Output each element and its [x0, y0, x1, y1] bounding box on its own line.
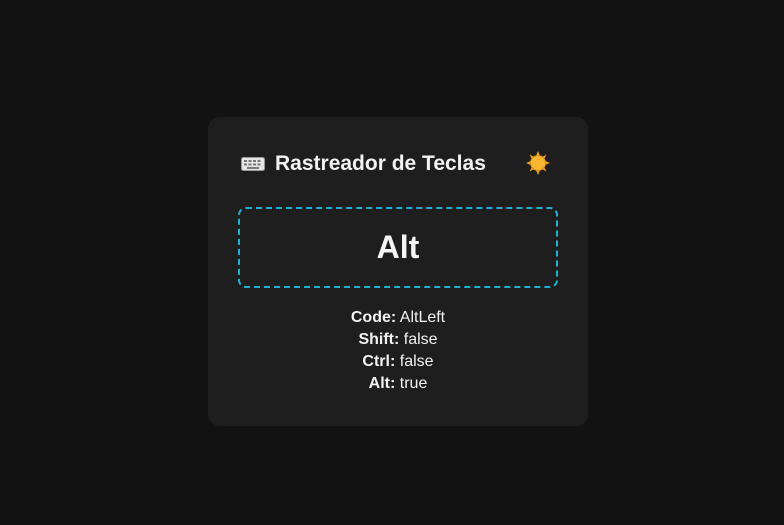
theme-toggle-button[interactable] — [526, 151, 550, 175]
detail-value: AltLeft — [399, 309, 446, 326]
detail-label: Ctrl: — [362, 353, 396, 370]
detail-row-alt: Alt: true — [208, 373, 588, 395]
key-tracker-card: Rastreador de Teclas Alt Code: AltLeft S… — [208, 117, 588, 426]
detail-value: false — [403, 331, 438, 348]
card-header: Rastreador de Teclas — [241, 149, 551, 179]
detail-label: Shift: — [358, 331, 400, 348]
detail-value: true — [399, 375, 428, 392]
detail-row-shift: Shift: false — [208, 329, 588, 351]
key-display: Alt — [238, 207, 558, 288]
detail-value: false — [399, 353, 434, 370]
detail-label: Code: — [350, 309, 397, 326]
key-details: Code: AltLeft Shift: false Ctrl: false A… — [208, 307, 588, 395]
detail-row-code: Code: AltLeft — [208, 307, 588, 329]
detail-label: Alt: — [368, 375, 396, 392]
sun-icon — [526, 151, 550, 179]
keyboard-icon — [241, 155, 265, 173]
pressed-key-name: Alt — [376, 229, 420, 265]
detail-row-ctrl: Ctrl: false — [208, 351, 588, 373]
page-title: Rastreador de Teclas — [275, 152, 486, 175]
